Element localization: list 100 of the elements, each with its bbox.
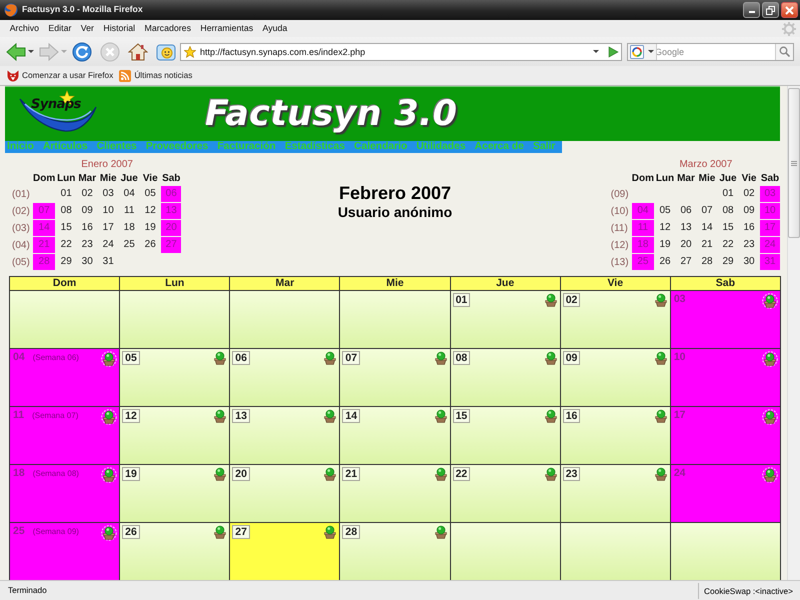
calendar-cell[interactable]: 23	[560, 465, 670, 522]
calendar-cell[interactable]: 13	[230, 407, 340, 464]
plant-pot-icon[interactable]	[323, 351, 338, 365]
plant-pot-icon[interactable]	[762, 467, 778, 483]
calendar-cell[interactable]: 05	[120, 349, 230, 406]
plant-pot-icon[interactable]	[434, 467, 448, 481]
day-number[interactable]: 07	[697, 203, 717, 219]
toolbar-button[interactable]	[156, 42, 176, 62]
day-number[interactable]: 11	[119, 203, 140, 219]
calendar-cell[interactable]: 26	[120, 523, 230, 580]
plant-pot-icon[interactable]	[101, 467, 118, 483]
plant-pot-icon[interactable]	[101, 525, 118, 541]
menu-item[interactable]: Herramientas	[196, 22, 258, 36]
day-number[interactable]: 29	[718, 254, 738, 270]
reload-button[interactable]	[72, 42, 92, 62]
day-number[interactable]: 12	[655, 220, 675, 236]
plant-pot-icon[interactable]	[434, 525, 448, 539]
restore-button[interactable]	[762, 2, 779, 18]
day-number[interactable]: 09	[739, 203, 759, 219]
calendar-cell[interactable]: 21	[340, 465, 450, 522]
day-number[interactable]: 08	[718, 203, 738, 219]
day-number[interactable]: 10	[98, 203, 118, 219]
calendar-cell[interactable]: 14	[340, 407, 450, 464]
day-number[interactable]: 18	[119, 220, 140, 236]
day-number[interactable]: 13	[676, 220, 696, 236]
calendar-cell[interactable]: 27	[230, 523, 340, 580]
calendar-cell[interactable]: 12	[120, 407, 230, 464]
plant-pot-icon[interactable]	[101, 409, 118, 425]
day-number[interactable]: 01	[56, 186, 76, 202]
day-number[interactable]: 23	[739, 237, 759, 253]
day-number[interactable]: 29	[56, 254, 76, 270]
day-number[interactable]: 02	[77, 186, 98, 202]
day-number[interactable]: 08	[56, 203, 76, 219]
minimize-button[interactable]	[743, 2, 760, 18]
calendar-cell[interactable]: 01	[450, 291, 560, 348]
day-number[interactable]: 22	[718, 237, 738, 253]
menu-item[interactable]: Archivo	[5, 22, 44, 36]
plant-pot-icon[interactable]	[434, 351, 448, 365]
day-number[interactable]: 22	[56, 237, 76, 253]
day-number[interactable]: 21	[697, 237, 717, 253]
calendar-cell[interactable]: 02	[560, 291, 670, 348]
plant-pot-icon[interactable]	[654, 293, 668, 307]
day-number[interactable]: 03	[98, 186, 118, 202]
close-button[interactable]	[781, 2, 798, 18]
day-number[interactable]: 09	[77, 203, 98, 219]
url-field[interactable]: http://factusyn.synaps.com.es/index2.php	[180, 42, 622, 60]
day-number[interactable]: 02	[739, 186, 759, 202]
plant-pot-icon[interactable]	[101, 351, 118, 367]
day-number[interactable]: 19	[140, 220, 160, 236]
day-number[interactable]: 16	[739, 220, 759, 236]
calendar-cell[interactable]: 16	[560, 407, 670, 464]
day-number[interactable]: 06	[676, 203, 696, 219]
day-number[interactable]: 16	[77, 220, 98, 236]
menu-item[interactable]: Historial	[98, 22, 140, 36]
day-number[interactable]: 14	[697, 220, 717, 236]
day-number[interactable]: 12	[140, 203, 160, 219]
day-number[interactable]: 04	[119, 186, 140, 202]
plant-pot-icon[interactable]	[434, 409, 448, 423]
bookmark-link[interactable]: Comenzar a usar Firefox	[7, 69, 114, 82]
plant-pot-icon[interactable]	[654, 409, 668, 423]
plant-pot-icon[interactable]	[213, 351, 228, 365]
calendar-cell[interactable]: 09	[560, 349, 670, 406]
day-number[interactable]: 05	[655, 203, 675, 219]
day-number[interactable]: 05	[140, 186, 160, 202]
day-number[interactable]: 25	[119, 237, 140, 253]
menu-item[interactable]: Ayuda	[258, 22, 292, 36]
calendar-cell[interactable]: 22	[450, 465, 560, 522]
plant-pot-icon[interactable]	[544, 351, 558, 365]
back-history-button[interactable]	[26, 50, 36, 53]
day-number[interactable]: 27	[676, 254, 696, 270]
menu-item[interactable]: Editar	[44, 22, 76, 36]
plant-pot-icon[interactable]	[654, 467, 668, 481]
plant-pot-icon[interactable]	[654, 351, 668, 365]
calendar-cell[interactable]: 15	[450, 407, 560, 464]
plant-pot-icon[interactable]	[762, 409, 778, 425]
day-number[interactable]: 30	[77, 254, 98, 270]
plant-pot-icon[interactable]	[544, 293, 558, 307]
day-number[interactable]: 26	[140, 237, 160, 253]
day-number[interactable]: 31	[98, 254, 118, 270]
back-button[interactable]	[6, 42, 26, 60]
go-button[interactable]	[607, 46, 619, 58]
menu-item[interactable]: Marcadores	[140, 22, 196, 36]
calendar-cell[interactable]: 20	[230, 465, 340, 522]
plant-pot-icon[interactable]	[762, 293, 778, 309]
calendar-cell[interactable]: 06	[230, 349, 340, 406]
url-dropdown-button[interactable]	[591, 50, 601, 53]
scrollbar-thumb[interactable]	[788, 88, 800, 238]
plant-pot-icon[interactable]	[323, 409, 338, 423]
day-number[interactable]: 15	[56, 220, 76, 236]
day-number[interactable]: 24	[98, 237, 118, 253]
plant-pot-icon[interactable]	[213, 467, 228, 481]
day-number[interactable]: 28	[697, 254, 717, 270]
plant-pot-icon[interactable]	[544, 409, 558, 423]
calendar-cell[interactable]: 07	[340, 349, 450, 406]
bookmark-link[interactable]: Últimas noticias	[119, 69, 192, 82]
day-number[interactable]: 20	[676, 237, 696, 253]
day-number[interactable]: 19	[655, 237, 675, 253]
plant-pot-icon[interactable]	[213, 409, 228, 423]
day-number[interactable]: 15	[718, 220, 738, 236]
plant-pot-icon[interactable]	[544, 467, 558, 481]
